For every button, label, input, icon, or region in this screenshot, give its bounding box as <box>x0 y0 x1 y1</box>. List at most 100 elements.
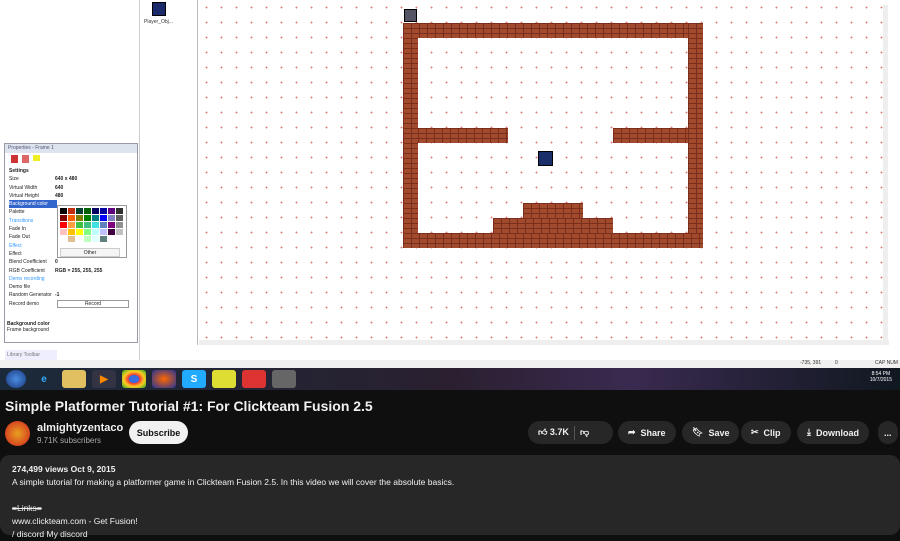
start-icon[interactable] <box>6 370 26 388</box>
palette-swatch[interactable] <box>84 208 91 214</box>
fusion-icon[interactable] <box>272 370 296 388</box>
palette-swatch[interactable] <box>84 222 91 228</box>
palette-swatch[interactable] <box>116 222 123 228</box>
app-icon[interactable] <box>242 370 266 388</box>
palette-swatch[interactable] <box>116 236 123 242</box>
palette-swatch[interactable] <box>76 229 83 235</box>
properties-icon[interactable] <box>11 155 18 163</box>
download-icon: ⤓ <box>807 427 811 437</box>
properties-icon[interactable] <box>33 155 40 161</box>
object-icon <box>404 9 417 22</box>
palette-swatch[interactable] <box>68 236 75 242</box>
property-label: RGB Coefficient <box>9 267 45 274</box>
palette-swatch[interactable] <box>84 236 91 242</box>
object-pane: Player_Obj... <box>140 0 198 345</box>
media-player-icon[interactable]: ▶ <box>92 370 116 388</box>
palette-swatch[interactable] <box>60 215 67 221</box>
palette-swatch[interactable] <box>68 215 75 221</box>
vertical-scrollbar[interactable] <box>883 5 888 340</box>
palette-swatch[interactable] <box>100 229 107 235</box>
palette-swatch[interactable] <box>68 208 75 214</box>
palette-swatch[interactable] <box>92 236 99 242</box>
clip-button[interactable]: ✂ Clip <box>741 421 791 444</box>
steam-icon[interactable] <box>212 370 236 388</box>
save-button[interactable]: 🔖︎ Save <box>682 421 740 444</box>
palette-swatch[interactable] <box>92 229 99 235</box>
skype-icon[interactable]: S <box>182 370 206 388</box>
palette-swatch[interactable] <box>116 229 123 235</box>
clock[interactable]: 8:54 PM 10/7/2015 <box>870 371 892 383</box>
link-clickteam[interactable]: www.clickteam.com - Get Fusion! <box>12 515 888 528</box>
brick-ledge-right <box>613 128 688 143</box>
property-row[interactable]: Blend Coefficient 0 <box>5 258 137 266</box>
download-button[interactable]: ⤓ Download <box>797 421 869 444</box>
property-row[interactable]: Size 640 x 480 <box>5 175 137 183</box>
property-value: 0 <box>55 259 58 266</box>
palette-other-button[interactable]: Other <box>60 248 120 257</box>
folder-icon[interactable] <box>62 370 86 388</box>
palette-swatch[interactable] <box>84 229 91 235</box>
property-row[interactable]: Virtual Width 640 <box>5 184 137 192</box>
property-label: Fade Out <box>9 234 30 241</box>
property-row[interactable]: Demo recording <box>5 275 137 283</box>
property-label: Fade In <box>9 226 26 233</box>
chrome-icon[interactable] <box>122 370 146 388</box>
palette-swatch[interactable] <box>100 236 107 242</box>
video-title: Simple Platformer Tutorial #1: For Click… <box>5 398 373 414</box>
frame-editor[interactable] <box>199 0 889 345</box>
palette-swatch[interactable] <box>76 208 83 214</box>
subscribe-button[interactable]: Subscribe <box>129 421 188 444</box>
palette-swatch[interactable] <box>68 222 75 228</box>
palette-swatch[interactable] <box>100 208 107 214</box>
share-button[interactable]: ➦ Share <box>618 421 676 444</box>
palette-swatch[interactable] <box>108 222 115 228</box>
property-label: Virtual Height <box>9 192 39 199</box>
palette-swatch[interactable] <box>108 215 115 221</box>
palette-swatch[interactable] <box>60 208 67 214</box>
library-toolbar-tab[interactable]: Library Toolbar <box>5 350 57 360</box>
palette-swatch[interactable] <box>60 236 67 242</box>
description-box[interactable]: 274,499 views Oct 9, 2015 A simple tutor… <box>0 455 900 539</box>
palette-swatch[interactable] <box>68 229 75 235</box>
property-row[interactable]: Virtual Height 480 <box>5 192 137 200</box>
channel-avatar[interactable] <box>5 421 30 446</box>
ie-icon[interactable]: e <box>32 370 56 388</box>
palette-swatch[interactable] <box>76 215 83 221</box>
palette-swatch[interactable] <box>108 229 115 235</box>
palette-swatch[interactable] <box>92 222 99 228</box>
link-discord[interactable]: / discord My discord <box>12 528 888 541</box>
palette-swatch[interactable] <box>108 236 115 242</box>
palette-swatch[interactable] <box>60 229 67 235</box>
property-row[interactable]: Demo file <box>5 283 137 291</box>
palette-swatch[interactable] <box>76 222 83 228</box>
palette-swatch[interactable] <box>100 215 107 221</box>
view-count-date: 274,499 views Oct 9, 2015 <box>12 464 116 474</box>
palette-swatch[interactable] <box>116 208 123 214</box>
share-label: Share <box>640 427 666 438</box>
palette-swatch[interactable] <box>60 222 67 228</box>
palette-swatch[interactable] <box>92 208 99 214</box>
more-button[interactable]: ... <box>878 421 898 444</box>
properties-icon[interactable] <box>22 155 29 163</box>
dislike-button[interactable]: 👎︎ <box>580 427 589 438</box>
property-value: 640 <box>55 184 64 191</box>
palette-swatch[interactable] <box>100 222 107 228</box>
channel-name[interactable]: almightyzentaco <box>37 422 123 434</box>
palette-swatch[interactable] <box>116 215 123 221</box>
palette-swatch[interactable] <box>108 208 115 214</box>
property-row[interactable]: Settings <box>5 167 137 175</box>
horizontal-scrollbar[interactable] <box>199 340 889 345</box>
property-row[interactable]: Random Generator -1 <box>5 291 137 299</box>
firefox-icon[interactable] <box>152 370 176 388</box>
player-object-icon[interactable] <box>152 2 166 16</box>
palette-swatch[interactable] <box>84 215 91 221</box>
property-row[interactable]: RGB Coefficient RGB = 255, 255, 255 <box>5 267 137 275</box>
palette-swatch[interactable] <box>92 215 99 221</box>
like-button[interactable]: 👍︎ 3.7K <box>538 427 569 438</box>
property-row[interactable]: Record demo Record <box>5 299 137 308</box>
palette-swatch[interactable] <box>76 236 83 242</box>
property-value: -1 <box>55 292 60 299</box>
player-sprite[interactable] <box>538 151 553 166</box>
brick-wall-left <box>403 23 418 248</box>
video-player[interactable]: Player_Obj... Properties - Frame 1 Setti… <box>0 0 900 390</box>
